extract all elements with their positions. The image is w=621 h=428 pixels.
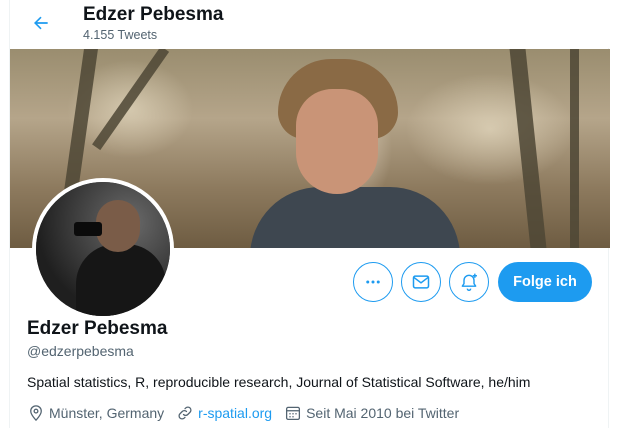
calendar-icon: [286, 406, 301, 421]
avatar[interactable]: [32, 178, 174, 320]
mail-icon: [412, 275, 430, 289]
profile-header: Edzer Pebesma 4.155 Tweets: [10, 0, 610, 48]
more-horizontal-icon: [366, 280, 380, 284]
link-icon: [178, 406, 192, 420]
header-title: Edzer Pebesma: [83, 4, 224, 25]
profile-page: Edzer Pebesma 4.155 Tweets Folge ich Edz…: [9, 0, 610, 428]
back-button[interactable]: [24, 6, 58, 40]
website-link[interactable]: r-spatial.org: [198, 405, 272, 421]
following-button[interactable]: Folge ich: [498, 262, 592, 302]
profile-handle: @edzerpebesma: [27, 343, 134, 359]
more-button[interactable]: [353, 262, 393, 302]
joined-text: Seit Mai 2010 bei Twitter: [306, 405, 460, 421]
bell-plus-icon: [461, 273, 477, 291]
tweet-count: 4.155 Tweets: [83, 28, 158, 42]
profile-bio: Spatial statistics, R, reproducible rese…: [27, 374, 531, 390]
banner-person: [250, 59, 460, 248]
website-item: r-spatial.org: [176, 404, 272, 422]
location-pin-icon: [30, 405, 42, 422]
joined-item: Seit Mai 2010 bei Twitter: [284, 404, 459, 422]
profile-name: Edzer Pebesma: [27, 318, 168, 339]
notify-button[interactable]: [449, 262, 489, 302]
location-text: Münster, Germany: [49, 405, 165, 421]
profile-meta: Münster, Germany r-spatial.org Seit Mai …: [27, 403, 471, 423]
arrow-left-icon: [34, 16, 48, 30]
message-button[interactable]: [401, 262, 441, 302]
location-item: Münster, Germany: [27, 404, 164, 422]
